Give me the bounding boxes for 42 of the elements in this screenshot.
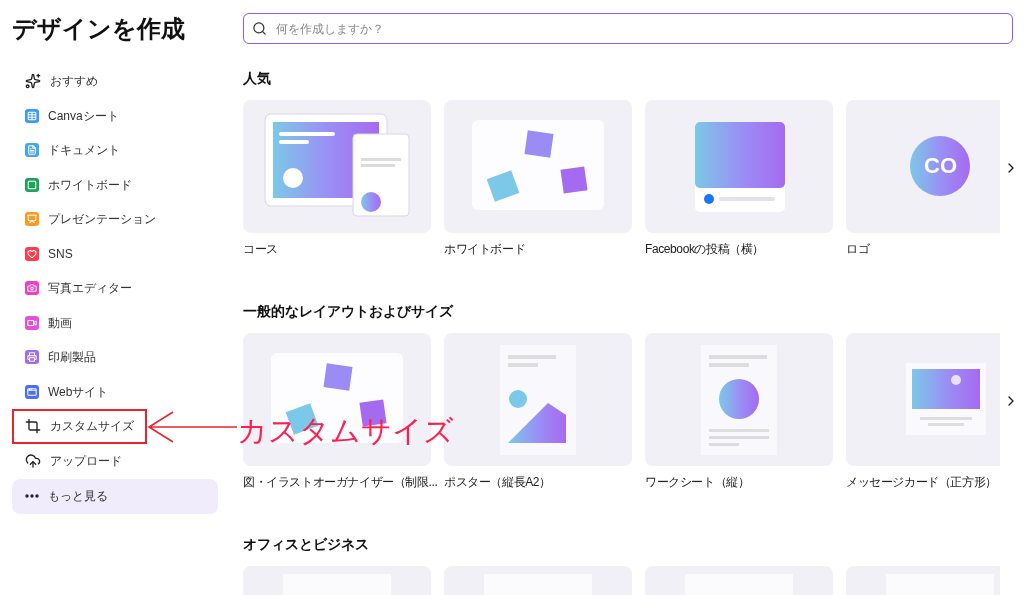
logo-circle-drawing	[910, 136, 970, 196]
card-label[interactable]: コース	[243, 240, 278, 258]
page-title: デザインを作成	[12, 14, 185, 44]
resize-icon	[25, 418, 41, 435]
section-heading: 一般的なレイアウトおよびサイズ	[243, 302, 453, 321]
table-icon	[25, 108, 39, 123]
whiteboard-icon	[25, 177, 39, 192]
sparkle-icon	[25, 73, 41, 90]
sidebar-item[interactable]: プレゼンテーション	[12, 202, 218, 237]
more-button[interactable]: もっと見る	[12, 479, 218, 514]
search-icon	[252, 21, 267, 36]
more-icon	[25, 494, 39, 499]
sidebar-item[interactable]: 印刷製品	[12, 340, 218, 375]
card-label[interactable]: ポスター（縦長A2）	[444, 473, 551, 491]
sidebar-item[interactable]: Webサイト	[12, 374, 218, 409]
search-field[interactable]: 何を作成しますか？	[243, 13, 1013, 44]
card-label[interactable]: Facebookの投稿（横）	[645, 240, 765, 258]
sidebar-item[interactable]: SNS	[12, 236, 218, 271]
sidebar-item[interactable]: おすすめ	[12, 64, 218, 99]
upload-icon	[25, 452, 41, 469]
card-label[interactable]: メッセージカード（正方形）	[846, 473, 997, 491]
logo-text: CO	[924, 153, 957, 179]
sidebar-item[interactable]: カスタムサイズ	[12, 409, 147, 444]
sidebar-item[interactable]: ホワイトボード	[12, 167, 218, 202]
card-label[interactable]: 図・イラストオーガナイザー（制限...	[243, 473, 438, 491]
sidebar-item[interactable]: Canvaシート	[12, 98, 218, 133]
card-label[interactable]: ホワイトボード	[444, 240, 526, 258]
video-icon	[25, 315, 39, 330]
presentation-icon	[25, 212, 39, 227]
sidebar-item[interactable]: 写真エディター	[12, 271, 218, 306]
sidebar-item[interactable]: アップロード	[12, 443, 218, 478]
document-icon	[25, 143, 39, 158]
section-heading: 人気	[243, 69, 271, 88]
heart-icon	[25, 246, 39, 261]
card-label[interactable]: ワークシート（縦）	[645, 473, 750, 491]
sidebar-item[interactable]: 動画	[12, 305, 218, 340]
sidebar-item[interactable]: ドキュメント	[12, 133, 218, 168]
browser-icon	[25, 384, 39, 399]
card-label[interactable]: ロゴ	[846, 240, 870, 258]
camera-icon	[25, 281, 39, 296]
printer-icon	[25, 350, 39, 365]
section-heading: オフィスとビジネス	[243, 535, 369, 554]
